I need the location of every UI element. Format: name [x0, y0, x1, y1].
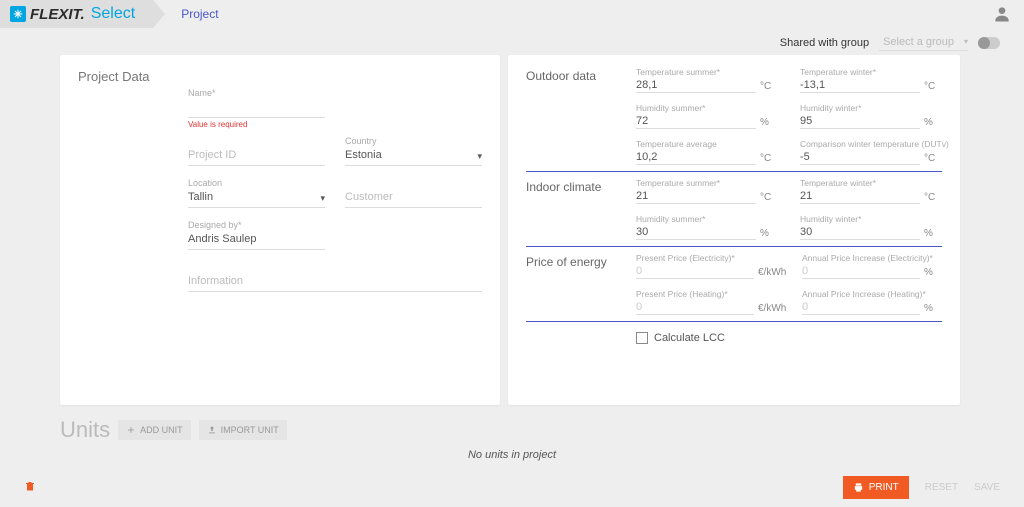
add-unit-button[interactable]: ADD UNIT: [118, 420, 191, 440]
energy-section: Price of energy Present Price (Electrici…: [526, 255, 942, 322]
location-select[interactable]: Tallin: [188, 190, 325, 204]
name-input[interactable]: [188, 100, 325, 114]
project-data-card: Project Data Name* Value is required Pro…: [60, 55, 500, 405]
outdoor-hum-winter-field[interactable]: Humidity winter*95: [800, 105, 920, 129]
top-bar: ✳ FLEXIT. Select Project: [0, 0, 1024, 28]
footer-bar: PRINT RESET SAVE: [0, 476, 1024, 499]
elec-price-field[interactable]: Present Price (Electricity)*0: [636, 255, 754, 279]
save-button[interactable]: SAVE: [974, 482, 1000, 493]
outdoor-temp-winter-field[interactable]: Temperature winter*-13,1: [800, 69, 920, 93]
indoor-hum-summer-field[interactable]: Humidity summer*30: [636, 216, 756, 240]
calculate-lcc-row: Calculate LCC: [636, 332, 942, 344]
print-icon: [853, 482, 864, 493]
upload-icon: [207, 425, 217, 435]
units-header: Units ADD UNIT IMPORT UNIT: [0, 405, 1024, 443]
outdoor-title: Outdoor data: [526, 69, 636, 165]
project-id-field[interactable]: Project ID: [188, 138, 325, 166]
account-icon[interactable]: [992, 4, 1012, 24]
name-label: Name*: [188, 88, 216, 98]
indoor-temp-summer-field[interactable]: Temperature summer*21: [636, 180, 756, 204]
indoor-hum-winter-field[interactable]: Humidity winter*30: [800, 216, 920, 240]
outdoor-section: Outdoor data Temperature summer*28,1 °C …: [526, 69, 942, 172]
name-field[interactable]: Name* Value is required: [188, 90, 325, 118]
import-unit-button[interactable]: IMPORT UNIT: [199, 420, 287, 440]
outdoor-temp-avg-field[interactable]: Temperature average10,2: [636, 141, 756, 165]
share-toggle[interactable]: [978, 37, 1000, 49]
designed-by-label: Designed by*: [188, 220, 242, 230]
share-bar: Shared with group Select a group: [0, 28, 1024, 53]
no-units-message: No units in project: [0, 449, 1024, 461]
share-group-select[interactable]: Select a group: [879, 34, 968, 51]
breadcrumb-project[interactable]: Project: [181, 7, 218, 21]
plus-icon: [126, 425, 136, 435]
project-data-title: Project Data: [78, 69, 482, 84]
share-label: Shared with group: [780, 37, 869, 49]
elec-inc-field[interactable]: Annual Price Increase (Electricity)*0: [802, 255, 920, 279]
customer-input[interactable]: Customer: [345, 190, 482, 204]
outdoor-dutv-field[interactable]: Comparison winter temperature (DUTv)-5: [800, 141, 920, 165]
heat-inc-field[interactable]: Annual Price Increase (Heating)*0: [802, 291, 920, 315]
country-select[interactable]: Estonia: [345, 148, 482, 162]
logo: ✳ FLEXIT. Select: [10, 5, 135, 23]
project-id-input[interactable]: Project ID: [188, 148, 325, 162]
unit-c: °C: [760, 81, 778, 93]
calculate-lcc-checkbox[interactable]: [636, 332, 648, 344]
breadcrumb-home[interactable]: ✳ FLEXIT. Select: [0, 0, 153, 28]
information-input[interactable]: Information: [188, 274, 482, 288]
indoor-temp-winter-field[interactable]: Temperature winter*21: [800, 180, 920, 204]
delete-icon[interactable]: [24, 479, 36, 496]
logo-text-main: FLEXIT.: [30, 6, 85, 23]
reset-button[interactable]: RESET: [925, 482, 958, 493]
designed-by-input[interactable]: Andris Saulep: [188, 232, 325, 246]
calculate-lcc-label: Calculate LCC: [654, 332, 725, 344]
print-button[interactable]: PRINT: [843, 476, 909, 499]
indoor-section: Indoor climate Temperature summer*21 °C …: [526, 180, 942, 247]
country-field[interactable]: Country Estonia: [345, 138, 482, 166]
units-title: Units: [60, 417, 110, 443]
environment-card: Outdoor data Temperature summer*28,1 °C …: [508, 55, 960, 405]
logo-icon: ✳: [10, 6, 26, 22]
name-error: Value is required: [188, 120, 247, 129]
outdoor-hum-summer-field[interactable]: Humidity summer*72: [636, 105, 756, 129]
customer-field[interactable]: Customer: [345, 180, 482, 208]
energy-title: Price of energy: [526, 255, 636, 315]
information-field[interactable]: Information: [188, 264, 482, 292]
location-label: Location: [188, 178, 222, 188]
location-field[interactable]: Location Tallin: [188, 180, 325, 208]
heat-price-field[interactable]: Present Price (Heating)*0: [636, 291, 754, 315]
country-label: Country: [345, 136, 377, 146]
designed-by-field[interactable]: Designed by* Andris Saulep: [188, 222, 325, 250]
outdoor-temp-summer-field[interactable]: Temperature summer*28,1: [636, 69, 756, 93]
logo-text-sub: Select: [91, 5, 135, 23]
indoor-title: Indoor climate: [526, 180, 636, 240]
